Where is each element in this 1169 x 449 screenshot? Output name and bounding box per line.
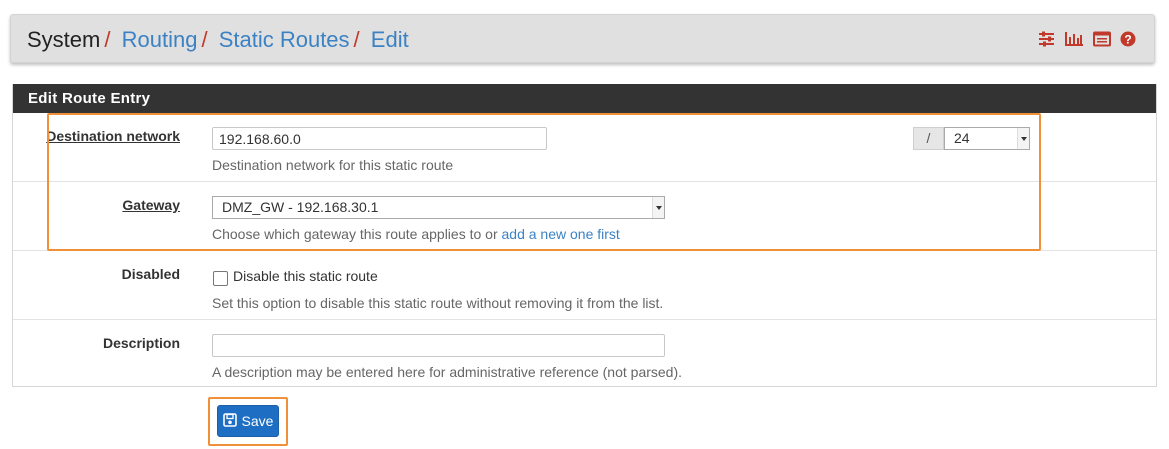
cidr-mask-select[interactable]: 24 [944, 127, 1030, 150]
breadcrumb-separator: / [201, 27, 208, 52]
breadcrumb-system: System [27, 27, 101, 52]
disabled-row: Disabled Disable this static route Set t… [13, 251, 1156, 320]
disable-route-checkbox-label[interactable]: Disable this static route [233, 268, 378, 284]
disable-route-checkbox[interactable] [213, 271, 228, 286]
list-alt-icon[interactable] [1093, 31, 1111, 47]
breadcrumb: System / Routing / Static Routes / Edit [27, 27, 409, 53]
disabled-help: Set this option to disable this static r… [212, 295, 664, 311]
gateway-help-text: Choose which gateway this route applies … [212, 226, 502, 242]
description-row: Description A description may be entered… [13, 320, 1156, 389]
cidr-mask-value: 24 [954, 130, 970, 146]
breadcrumb-separator: / [353, 27, 360, 52]
description-label: Description [102, 335, 180, 351]
save-button-label: Save [241, 413, 274, 429]
breadcrumb-edit-link[interactable]: Edit [371, 27, 409, 52]
destination-network-row: Destination network / 24 Destination net… [13, 113, 1156, 182]
chevron-down-icon [652, 197, 664, 218]
gateway-label[interactable]: Gateway [122, 197, 180, 213]
destination-network-label[interactable]: Destination network [46, 128, 180, 144]
gateway-selected-value: DMZ_GW - 192.168.30.1 [222, 199, 379, 215]
sliders-icon[interactable] [1038, 31, 1055, 47]
destination-network-input[interactable] [212, 127, 547, 150]
breadcrumb-separator: / [104, 27, 111, 52]
save-icon [222, 412, 237, 430]
destination-network-help: Destination network for this static rout… [212, 157, 454, 173]
disabled-label: Disabled [121, 266, 180, 282]
help-icon[interactable]: ? [1120, 31, 1136, 47]
svg-text:?: ? [1124, 33, 1131, 47]
add-gateway-link[interactable]: add a new one first [502, 226, 620, 242]
description-input[interactable] [212, 334, 665, 357]
breadcrumb-static-routes-link[interactable]: Static Routes [219, 27, 350, 52]
gateway-row: Gateway DMZ_GW - 192.168.30.1 Choose whi… [13, 182, 1156, 251]
breadcrumb-routing-link[interactable]: Routing [122, 27, 198, 52]
gateway-select[interactable]: DMZ_GW - 192.168.30.1 [212, 196, 665, 219]
chevron-down-icon [1017, 128, 1029, 149]
save-button[interactable]: Save [217, 405, 279, 437]
edit-route-panel: Edit Route Entry Destination network / 2… [12, 84, 1157, 387]
page-header: System/ Routing/ Static Routes/ Edit [10, 14, 1155, 63]
header-icons: ? [1038, 31, 1136, 47]
description-help: A description may be entered here for ad… [212, 364, 683, 380]
bar-chart-icon[interactable] [1064, 31, 1084, 47]
cidr-slash-addon: / [913, 127, 944, 150]
panel-title: Edit Route Entry [13, 84, 1156, 113]
gateway-help: Choose which gateway this route applies … [212, 226, 620, 242]
